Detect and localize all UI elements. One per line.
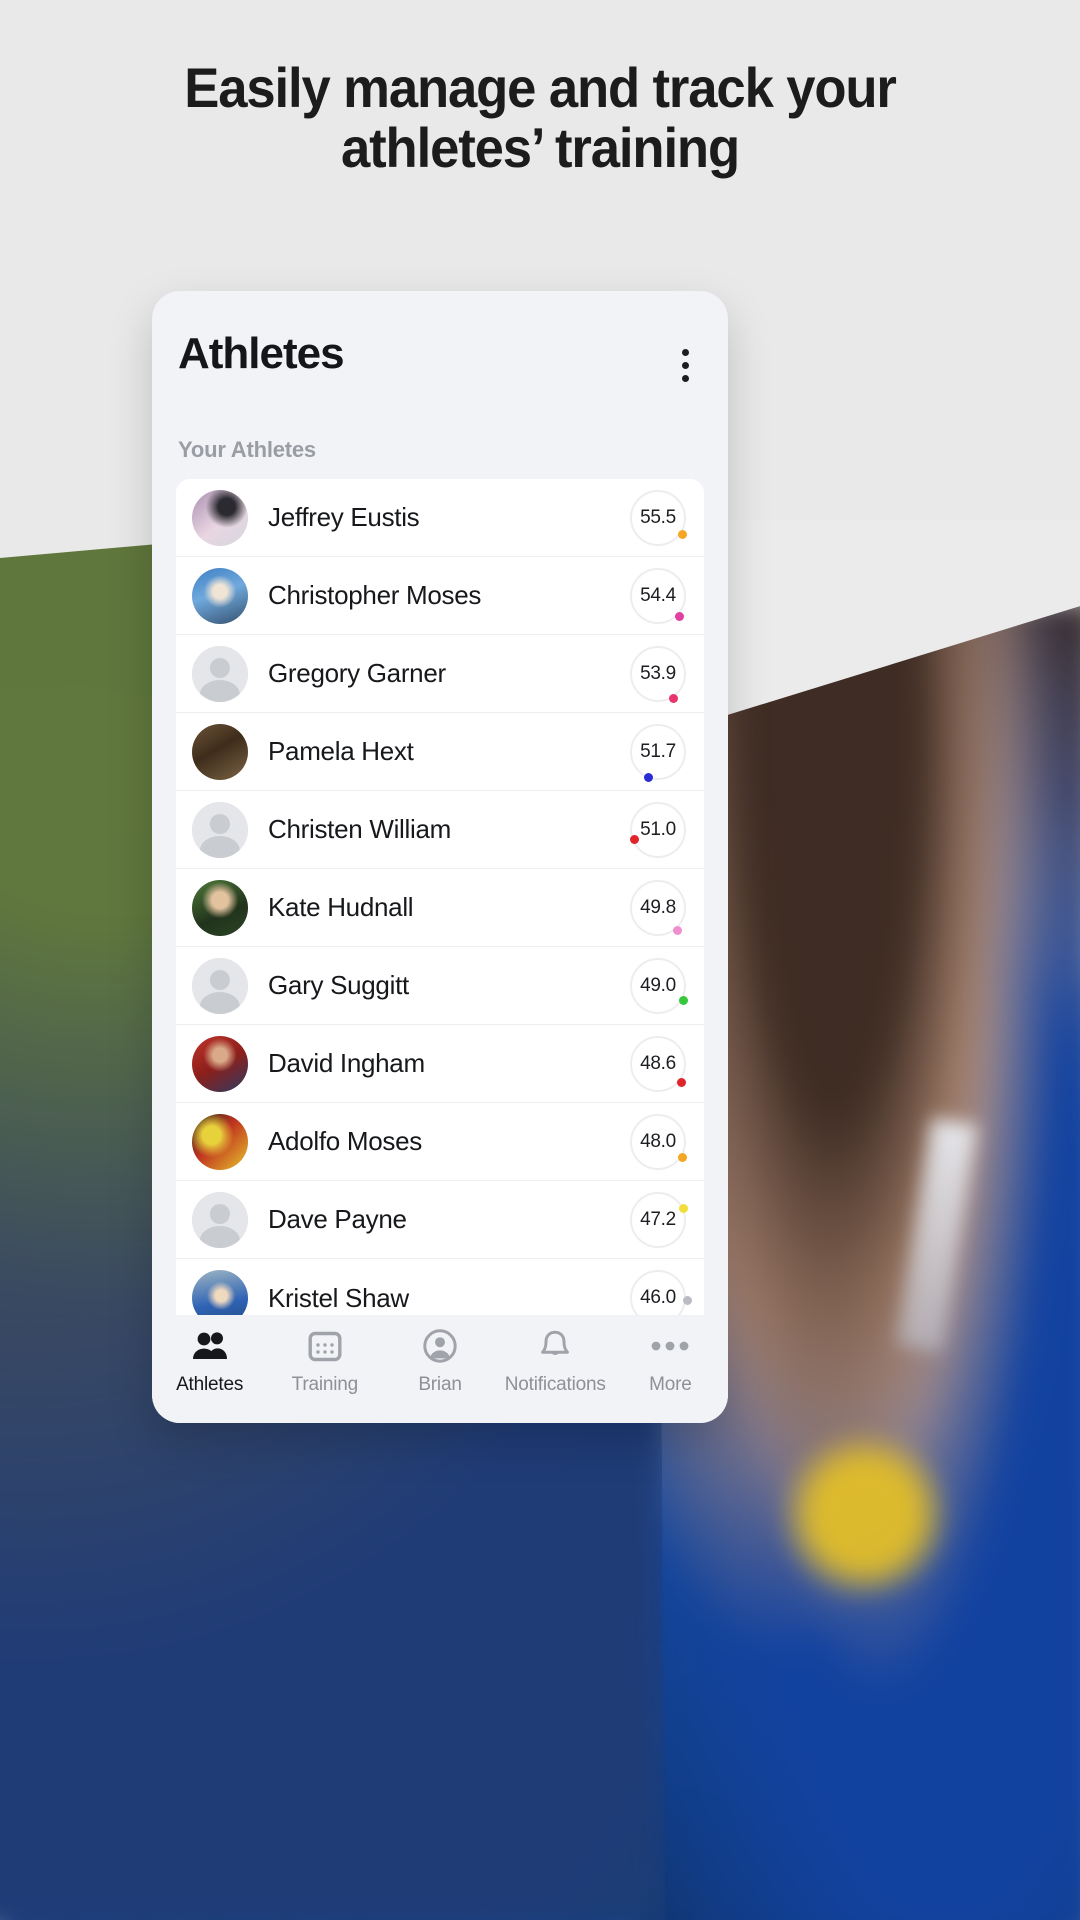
athlete-score-value: 53.9 bbox=[640, 662, 676, 684]
athlete-score-badge: 49.0 bbox=[630, 957, 689, 1014]
kebab-menu-icon[interactable] bbox=[668, 343, 702, 387]
kebab-dot bbox=[681, 361, 689, 369]
user-circle-icon bbox=[423, 1327, 457, 1365]
avatar bbox=[192, 801, 248, 858]
athlete-score-badge: 49.8 bbox=[630, 879, 686, 936]
athlete-name: Gary Suggitt bbox=[268, 970, 409, 1000]
athlete-score-badge: 47.2 bbox=[630, 1191, 689, 1248]
athlete-row[interactable]: Dave Payne 47.2 bbox=[176, 1181, 704, 1259]
avatar bbox=[192, 1191, 248, 1248]
athlete-row[interactable]: Gregory Garner 53.9 bbox=[176, 635, 704, 713]
avatar bbox=[192, 1270, 248, 1315]
tab-label: Athletes bbox=[176, 1374, 244, 1395]
tab-notifications[interactable]: Notifications bbox=[498, 1327, 613, 1396]
avatar-placeholder-icon bbox=[192, 1191, 248, 1248]
athlete-score-value: 48.0 bbox=[640, 1130, 676, 1152]
avatar bbox=[192, 567, 248, 624]
avatar bbox=[192, 1113, 248, 1170]
score-progress-dot bbox=[679, 995, 689, 1005]
section-header-your-athletes: Your Athletes bbox=[178, 437, 316, 462]
score-progress-dot bbox=[679, 1204, 689, 1214]
avatar-placeholder-icon bbox=[192, 801, 248, 858]
athlete-name: Kate Hudnall bbox=[268, 892, 414, 922]
athlete-name: Jeffrey Eustis bbox=[268, 502, 420, 532]
athlete-score-badge: 48.0 bbox=[630, 1113, 688, 1170]
score-progress-dot bbox=[682, 1295, 692, 1305]
athlete-score-badge: 46.0 bbox=[630, 1270, 692, 1315]
tab-brian[interactable]: Brian bbox=[382, 1327, 497, 1396]
athlete-row[interactable]: Pamela Hext 51.7 bbox=[176, 713, 704, 791]
athlete-score-badge: 55.5 bbox=[630, 489, 687, 546]
athlete-score-value: 51.0 bbox=[640, 818, 676, 840]
athlete-name: Gregory Garner bbox=[268, 658, 446, 688]
bell-icon bbox=[539, 1327, 571, 1365]
tab-more[interactable]: More bbox=[613, 1327, 728, 1396]
avatar-placeholder-icon bbox=[192, 645, 248, 702]
athlete-row[interactable]: Kristel Shaw 46.0 bbox=[176, 1259, 704, 1315]
headline-line-1: Easily manage and track your bbox=[184, 56, 897, 119]
background-jersey-logo bbox=[780, 1430, 950, 1600]
avatar bbox=[192, 723, 248, 780]
score-progress-dot bbox=[676, 1077, 686, 1087]
page-title: Athletes bbox=[178, 329, 345, 378]
people-icon bbox=[192, 1327, 228, 1365]
marketing-headline: Easily manage and track your athletes’ t… bbox=[0, 58, 1080, 178]
athlete-score-badge: 51.7 bbox=[630, 723, 686, 783]
athlete-row[interactable]: David Ingham 48.6 bbox=[176, 1025, 704, 1103]
athlete-score-badge: 48.6 bbox=[630, 1035, 686, 1092]
athlete-score-value: 51.7 bbox=[640, 740, 676, 762]
score-progress-dot bbox=[672, 925, 682, 935]
score-progress-dot bbox=[677, 530, 687, 540]
athlete-score-value: 54.4 bbox=[640, 584, 676, 606]
app-header: Athletes bbox=[152, 291, 728, 387]
avatar bbox=[192, 489, 248, 546]
athlete-row[interactable]: Kate Hudnall 49.8 bbox=[176, 869, 704, 947]
athlete-name: Pamela Hext bbox=[268, 736, 414, 766]
athlete-name: Dave Payne bbox=[268, 1204, 407, 1234]
score-progress-dot bbox=[678, 1153, 688, 1163]
athlete-name: Kristel Shaw bbox=[268, 1282, 409, 1313]
tab-athletes[interactable]: Athletes bbox=[152, 1327, 267, 1396]
athlete-score-value: 47.2 bbox=[640, 1208, 676, 1230]
avatar bbox=[192, 1035, 248, 1092]
headline-line-2: athletes’ training bbox=[340, 116, 740, 179]
tab-label: Training bbox=[291, 1374, 359, 1395]
tab-label: More bbox=[649, 1374, 692, 1395]
athlete-score-badge: 54.4 bbox=[630, 567, 686, 624]
athlete-row[interactable]: Adolfo Moses 48.0 bbox=[176, 1103, 704, 1181]
phone-app-card: Athletes Your Athletes Jeffrey Eustis 55.… bbox=[152, 291, 728, 1423]
athlete-list[interactable]: Jeffrey Eustis 55.5 Christopher Moses 54.4 G… bbox=[176, 479, 704, 1315]
calendar-icon bbox=[308, 1327, 342, 1365]
tab-training[interactable]: Training bbox=[267, 1327, 382, 1396]
tab-label: Notifications bbox=[504, 1374, 606, 1395]
athlete-score-value: 49.8 bbox=[640, 896, 676, 918]
score-progress-dot bbox=[674, 612, 684, 622]
athlete-score-value: 49.0 bbox=[640, 974, 676, 996]
athlete-row[interactable]: Christopher Moses 54.4 bbox=[176, 557, 704, 635]
score-progress-dot bbox=[669, 694, 678, 704]
kebab-dot bbox=[681, 348, 689, 356]
athlete-row[interactable]: Gary Suggitt 49.0 bbox=[176, 947, 704, 1025]
athlete-row[interactable]: Christen William 51.0 bbox=[176, 791, 704, 869]
tab-label: Brian bbox=[418, 1374, 462, 1395]
athlete-score-value: 46.0 bbox=[640, 1287, 676, 1308]
kebab-dot bbox=[681, 374, 689, 382]
athlete-name: Adolfo Moses bbox=[268, 1126, 422, 1156]
score-progress-dot bbox=[629, 834, 639, 844]
athlete-score-badge: 53.9 bbox=[630, 645, 686, 704]
bottom-tab-bar[interactable]: Athletes Training Brian Notifications More bbox=[152, 1315, 728, 1423]
athlete-score-value: 55.5 bbox=[640, 506, 676, 528]
avatar-placeholder-icon bbox=[192, 957, 248, 1014]
athlete-name: Christen William bbox=[268, 814, 452, 844]
avatar bbox=[192, 957, 248, 1014]
athlete-name: David Ingham bbox=[268, 1048, 425, 1078]
ellipsis-icon bbox=[650, 1327, 690, 1365]
avatar bbox=[192, 879, 248, 936]
athlete-score-badge: 51.0 bbox=[629, 801, 686, 858]
athlete-name: Christopher Moses bbox=[268, 580, 482, 610]
score-progress-dot bbox=[644, 773, 654, 783]
avatar bbox=[192, 645, 248, 702]
athlete-row[interactable]: Jeffrey Eustis 55.5 bbox=[176, 479, 704, 557]
athlete-score-value: 48.6 bbox=[640, 1052, 676, 1074]
